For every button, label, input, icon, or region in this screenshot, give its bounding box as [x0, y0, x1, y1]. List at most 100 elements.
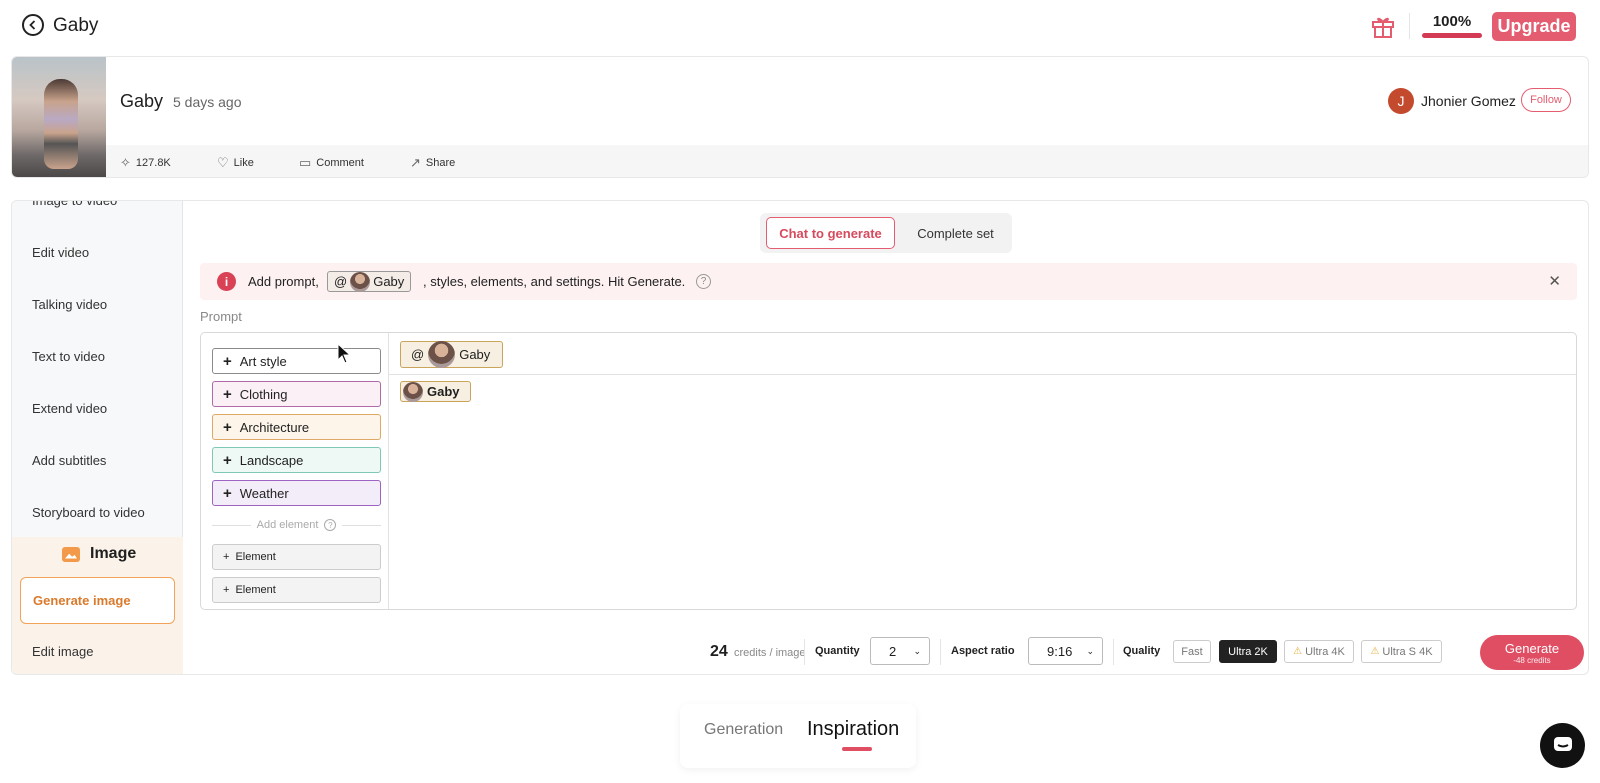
tab-generation[interactable]: Generation [704, 721, 783, 739]
comment-label: Comment [316, 157, 364, 169]
prompt-body-tag[interactable]: Gaby [400, 381, 471, 402]
sidebar-item-text-to-video[interactable]: Text to video [32, 349, 105, 364]
sidebar-item-image-to-video[interactable]: Image to video [32, 201, 117, 208]
generate-bar: 24 credits / image Quantity 2 ⌄ Aspect r… [183, 627, 1588, 674]
quality-ultra-s-4k[interactable]: ⚠ Ultra S 4K [1361, 640, 1442, 663]
image-section-header: Image [62, 545, 136, 563]
aspect-ratio-select[interactable]: 9:16 ⌄ [1028, 637, 1103, 665]
hint-suffix: , styles, elements, and settings. Hit Ge… [423, 274, 686, 289]
back-arrow-icon [29, 20, 36, 30]
post-time: 5 days ago [173, 94, 242, 110]
header-divider [1409, 13, 1410, 39]
sidebar: Image to video Edit video Talking video … [12, 201, 183, 674]
quality-ultra-2k[interactable]: Ultra 2K [1219, 640, 1277, 663]
character-tag[interactable]: @ Gaby [400, 341, 504, 368]
active-tab-indicator [842, 747, 872, 751]
add-element-button[interactable]: + Element [212, 577, 381, 603]
aspect-ratio-value: 9:16 [1047, 643, 1073, 659]
sidebar-item-talking-video[interactable]: Talking video [32, 297, 107, 312]
quality-fast[interactable]: Fast [1173, 640, 1211, 663]
quality-label: Quality [1123, 645, 1161, 657]
tab-inspiration[interactable]: Inspiration [807, 718, 899, 741]
share-button[interactable]: ↗ Share [410, 155, 455, 171]
chip-label: Architecture [239, 419, 310, 435]
share-icon: ↗ [410, 155, 421, 170]
tag-at: @ [411, 347, 425, 362]
comment-button[interactable]: ▭ Comment [299, 155, 364, 171]
mouse-cursor [337, 343, 351, 364]
warning-icon: ⚠ [1370, 646, 1380, 657]
author-avatar[interactable]: J [1388, 88, 1414, 114]
chevron-down-icon: ⌄ [1086, 645, 1094, 656]
chip-weather[interactable]: + Weather [212, 480, 381, 506]
gift-icon[interactable] [1370, 13, 1396, 39]
chip-architecture[interactable]: + Architecture [212, 414, 381, 440]
add-element-divider: Add element ? [212, 519, 382, 531]
add-element-button[interactable]: + Element [212, 544, 381, 570]
post-thumbnail[interactable] [12, 57, 106, 177]
chip-label: Landscape [239, 452, 304, 468]
generate-button[interactable]: Generate -48 credits [1480, 635, 1584, 670]
hint-mention-name: Gaby [373, 274, 405, 289]
quality-ultra-4k[interactable]: ⚠ Ultra 4K [1284, 640, 1354, 663]
heart-icon: ♡ [217, 155, 229, 170]
tab-complete-set[interactable]: Complete set [903, 217, 1008, 249]
post-card: Gaby 5 days ago J Jhonier Gomez Follow ✧… [11, 56, 1589, 178]
main-panel: Image to video Edit video Talking video … [11, 200, 1589, 675]
hint-bar: i Add prompt, @ Gaby , styles, elements,… [200, 263, 1577, 300]
element-label: Element [235, 584, 276, 596]
comment-icon: ▭ [299, 155, 312, 170]
tag-name: Gaby [459, 347, 491, 362]
plus-icon: + [223, 584, 230, 596]
author-name[interactable]: Jhonier Gomez [1421, 93, 1516, 109]
remix-count-button[interactable]: ✧ 127.8K [120, 155, 171, 171]
follow-button[interactable]: Follow [1521, 88, 1571, 112]
sparkle-icon: ✧ [120, 155, 131, 170]
credit-progress-bar [1422, 33, 1482, 38]
chip-landscape[interactable]: + Landscape [212, 447, 381, 473]
add-element-label: Add element [256, 519, 319, 531]
chip-clothing[interactable]: + Clothing [212, 381, 381, 407]
help-icon[interactable]: ? [324, 519, 337, 531]
bottom-tabs: Generation Inspiration [680, 704, 916, 768]
hint-prefix: Add prompt, [248, 274, 319, 289]
quantity-value: 2 [889, 643, 897, 659]
sidebar-item-edit-video[interactable]: Edit video [32, 245, 89, 260]
info-icon: i [217, 272, 236, 291]
plus-icon: + [223, 451, 232, 469]
credits-unit: credits / image [734, 647, 806, 659]
prompt-box: + Art style + Clothing + Architecture + … [200, 332, 1577, 610]
like-button[interactable]: ♡ Like [217, 155, 254, 171]
upgrade-button[interactable]: Upgrade [1492, 12, 1576, 41]
quality-option-label: Ultra S 4K [1382, 645, 1433, 658]
mode-toggle: Chat to generate Complete set [760, 213, 1012, 253]
remix-count: 127.8K [135, 157, 171, 169]
chip-art-style[interactable]: + Art style [212, 348, 381, 374]
plus-icon: + [223, 385, 232, 403]
sidebar-item-extend-video[interactable]: Extend video [32, 401, 107, 416]
chip-label: Weather [239, 485, 289, 501]
tab-chat-to-generate[interactable]: Chat to generate [766, 217, 895, 249]
post-actions-bar: ✧ 127.8K ♡ Like ▭ Comment ↗ Share [106, 145, 1588, 177]
sidebar-item-add-subtitles[interactable]: Add subtitles [32, 453, 106, 468]
element-label: Element [235, 551, 276, 563]
prompt-label: Prompt [200, 309, 242, 324]
close-icon[interactable]: ✕ [1548, 272, 1561, 290]
warning-icon: ⚠ [1293, 646, 1303, 657]
page-title: Gaby [53, 15, 99, 36]
plus-icon: + [223, 418, 232, 436]
sidebar-item-storyboard-to-video[interactable]: Storyboard to video [32, 505, 145, 520]
plus-icon: + [223, 352, 232, 370]
chat-icon [1553, 736, 1572, 751]
avatar [428, 341, 456, 368]
back-button[interactable] [22, 14, 44, 36]
sidebar-item-generate-image[interactable]: Generate image [20, 577, 175, 624]
hint-mention-chip: @ Gaby [327, 271, 412, 292]
generate-label: Generate [1504, 640, 1560, 656]
style-chips-column: + Art style + Clothing + Architecture + … [201, 333, 389, 609]
quantity-select[interactable]: 2 ⌄ [870, 637, 930, 665]
chat-button[interactable] [1540, 723, 1585, 768]
sidebar-item-edit-image[interactable]: Edit image [32, 644, 93, 659]
avatar [403, 381, 423, 402]
help-icon[interactable]: ? [696, 274, 711, 289]
